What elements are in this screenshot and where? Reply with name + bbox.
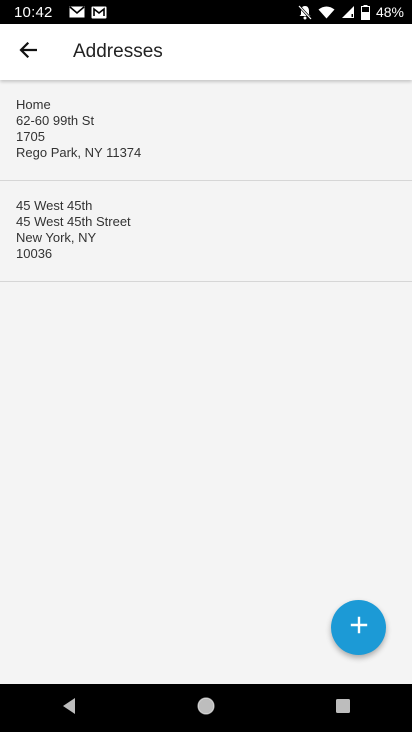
status-bar: 10:42 48% [0,0,412,24]
recents-square-icon [335,698,351,719]
back-button[interactable] [0,24,56,80]
address-item-45-west-45th[interactable]: 45 West 45th 45 West 45th Street New Yor… [0,181,412,282]
battery-icon [360,4,370,20]
add-address-button[interactable] [331,600,386,655]
address-unit: 1705 [16,129,45,144]
address-zip: 10036 [16,246,53,261]
address-list: Home 62-60 99th St 1705 Rego Park, NY 11… [0,80,412,282]
address-city-state-zip: Rego Park, NY 11374 [16,145,142,160]
nav-home-button[interactable] [176,684,236,732]
address-label: 45 West 45th [16,198,93,213]
address-city-state: New York, NY [16,230,97,245]
gmail-icon [69,6,85,18]
status-right: 48% [298,4,404,20]
page-title: Addresses [73,41,163,62]
wifi-icon [318,6,335,19]
status-left: 10:42 [14,4,107,21]
arrow-back-icon [19,41,38,63]
notifications-off-icon [298,4,312,20]
signal-icon [341,5,355,19]
home-circle-icon [196,696,216,721]
address-label: Home [16,97,51,112]
nav-recents-button[interactable] [313,684,373,732]
battery-percent: 48% [375,4,404,20]
plus-icon [350,616,368,639]
address-street: 62-60 99th St [16,113,95,128]
system-nav-bar [0,684,412,732]
back-triangle-icon [61,697,77,720]
app-bar: Addresses [0,24,412,80]
address-street: 45 West 45th Street [16,214,131,229]
status-time: 10:42 [14,3,53,21]
address-item-home[interactable]: Home 62-60 99th St 1705 Rego Park, NY 11… [0,80,412,181]
nav-back-button[interactable] [39,684,99,732]
gmail-icon [91,6,107,19]
